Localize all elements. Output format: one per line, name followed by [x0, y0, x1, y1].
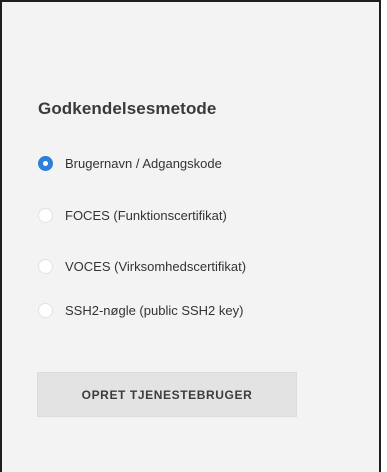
- radio-option-ssh2-key[interactable]: SSH2-nøgle (public SSH2 key): [38, 299, 243, 321]
- auth-method-title: Godkendelsesmetode: [38, 99, 217, 118]
- radio-label-username-password: Brugernavn / Adgangskode: [65, 155, 222, 171]
- radio-label-voces: VOCES (Virksomhedscertifikat): [65, 258, 247, 274]
- radio-label-ssh2-key: SSH2-nøgle (public SSH2 key): [65, 302, 244, 318]
- radio-unchecked-icon[interactable]: [38, 258, 53, 274]
- radio-unchecked-icon[interactable]: [38, 207, 53, 223]
- radio-option-foces[interactable]: FOCES (Funktionscertifikat): [38, 204, 227, 226]
- auth-method-panel: Godkendelsesmetode Brugernavn / Adgangsk…: [0, 0, 381, 472]
- create-service-user-button[interactable]: OPRET TJENESTEBRUGER: [37, 372, 297, 417]
- radio-label-foces: FOCES (Funktionscertifikat): [65, 207, 227, 223]
- radio-unchecked-icon[interactable]: [38, 302, 53, 318]
- radio-option-voces[interactable]: VOCES (Virksomhedscertifikat): [38, 255, 246, 277]
- radio-checked-icon[interactable]: [38, 155, 53, 171]
- radio-dot-icon: [43, 160, 48, 166]
- radio-option-username-password[interactable]: Brugernavn / Adgangskode: [38, 152, 222, 174]
